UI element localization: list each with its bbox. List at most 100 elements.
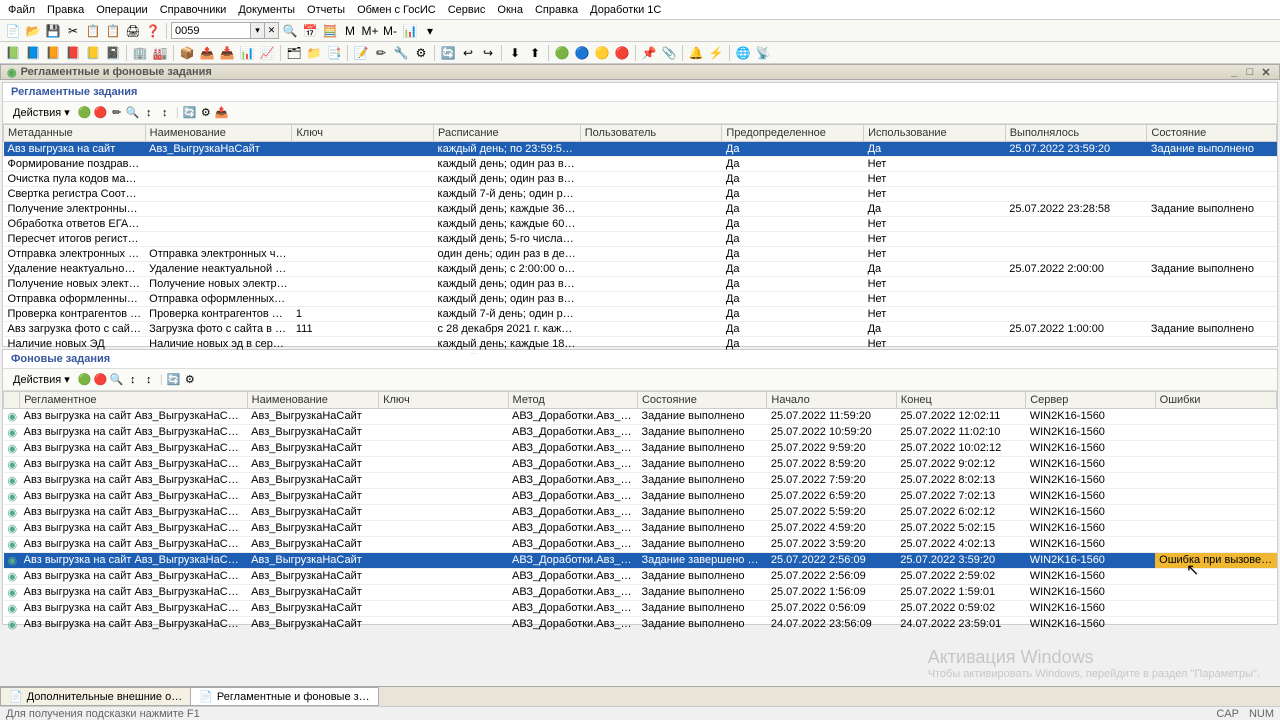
panel-toolbar-icon[interactable]: 🔴 <box>93 104 109 120</box>
menu-Операции[interactable]: Операции <box>96 4 147 16</box>
actions-dropdown[interactable]: Действия ▾ <box>9 105 74 120</box>
toolbar-icon[interactable]: ⬇ <box>506 44 524 62</box>
toolbar-icon[interactable]: ❓ <box>144 22 162 40</box>
column-header[interactable]: Наименование <box>247 391 378 408</box>
toolbar-icon[interactable]: 📂 <box>24 22 42 40</box>
column-header[interactable]: Начало <box>767 391 896 408</box>
table-row[interactable]: Получение электронных сообщенийкаждый де… <box>4 201 1277 216</box>
toolbar-icon[interactable]: 📗 <box>4 44 22 62</box>
table-row[interactable]: Отправка оформленных электронных…Отправк… <box>4 291 1277 306</box>
toolbar-icon[interactable]: 📕 <box>64 44 82 62</box>
table-row[interactable]: Получение новых электронных докум…Получе… <box>4 276 1277 291</box>
panel-toolbar-icon[interactable]: 🔴 <box>93 371 109 387</box>
column-header[interactable]: Состояние <box>637 391 766 408</box>
actions-dropdown[interactable]: Действия ▾ <box>9 372 74 387</box>
panel-toolbar-icon[interactable]: ↕ <box>141 372 157 388</box>
search-dropdown[interactable]: ▾ <box>251 22 265 39</box>
menu-Документы[interactable]: Документы <box>238 4 295 16</box>
toolbar-icon[interactable]: 🟢 <box>553 44 571 62</box>
toolbar-icon[interactable]: ↪ <box>479 44 497 62</box>
toolbar-icon[interactable]: 🔧 <box>392 44 410 62</box>
panel-toolbar-icon[interactable]: ✏ <box>109 104 125 120</box>
panel-toolbar-icon[interactable]: 📤 <box>214 104 230 120</box>
panel-toolbar-icon[interactable]: 🔍 <box>109 371 125 387</box>
table-row[interactable]: ◉Авз выгрузка на сайт Авз_ВыгрузкаНаСайт… <box>4 408 1277 424</box>
column-header[interactable]: Метаданные <box>4 124 146 141</box>
table-row[interactable]: ◉Авз выгрузка на сайт Авз_ВыгрузкаНаСайт… <box>4 504 1277 520</box>
menu-Обмен с ГосИС[interactable]: Обмен с ГосИС <box>357 4 436 16</box>
toolbar-icon[interactable]: 📙 <box>44 44 62 62</box>
column-header[interactable]: Конец <box>896 391 1025 408</box>
toolbar-icon[interactable]: 📓 <box>104 44 122 62</box>
toolbar-icon[interactable]: 🔄 <box>439 44 457 62</box>
toolbar-icon[interactable]: 📊 <box>401 22 419 40</box>
search-input[interactable] <box>171 22 251 39</box>
toolbar-icon[interactable]: 📅 <box>301 22 319 40</box>
column-header[interactable]: Ключ <box>379 391 508 408</box>
table-row[interactable]: Формирование поздравлений с днем…каждый … <box>4 156 1277 171</box>
column-header[interactable]: Ключ <box>292 124 434 141</box>
column-header[interactable]: Использование <box>864 124 1006 141</box>
table-row[interactable]: ◉Авз выгрузка на сайт Авз_ВыгрузкаНаСайт… <box>4 616 1277 632</box>
toolbar-icon[interactable]: 📤 <box>198 44 216 62</box>
column-header[interactable]: Расписание <box>434 124 581 141</box>
toolbar-icon[interactable]: 📋 <box>84 22 102 40</box>
menu-Файл[interactable]: Файл <box>8 4 35 16</box>
toolbar-icon[interactable]: M <box>341 22 359 40</box>
toolbar-icon[interactable]: 🧮 <box>321 22 339 40</box>
toolbar-icon[interactable]: ✏ <box>372 44 390 62</box>
toolbar-icon[interactable]: 🗂 <box>285 44 303 62</box>
table-row[interactable]: Свертка регистра Соответствие ном…каждый… <box>4 186 1277 201</box>
column-header[interactable]: Состояние <box>1147 124 1277 141</box>
toolbar-icon[interactable]: ✂ <box>64 22 82 40</box>
menu-Правка[interactable]: Правка <box>47 4 84 16</box>
toolbar-icon[interactable]: 📦 <box>178 44 196 62</box>
table-row[interactable]: ◉Авз выгрузка на сайт Авз_ВыгрузкаНаСайт… <box>4 520 1277 536</box>
toolbar-icon[interactable]: 📒 <box>84 44 102 62</box>
table-row[interactable]: ◉Авз выгрузка на сайт Авз_ВыгрузкаНаСайт… <box>4 472 1277 488</box>
panel-toolbar-icon[interactable]: 🟢 <box>77 104 93 120</box>
toolbar-icon[interactable]: 🔔 <box>687 44 705 62</box>
table-row[interactable]: ◉Авз выгрузка на сайт Авз_ВыгрузкаНаСайт… <box>4 536 1277 552</box>
table-row[interactable]: Пересчет итогов регистров накоплен…кажды… <box>4 231 1277 246</box>
column-header[interactable]: Предопределенное <box>722 124 864 141</box>
table-row[interactable]: Авз выгрузка на сайтАвз_ВыгрузкаНаСайтка… <box>4 141 1277 156</box>
panel-toolbar-icon[interactable]: 🔍 <box>125 104 141 120</box>
table-row[interactable]: Авз загрузка фото с сайта в номенк…Загру… <box>4 321 1277 336</box>
toolbar-icon[interactable]: ▾ <box>421 22 439 40</box>
search-clear[interactable]: ✕ <box>265 22 279 39</box>
toolbar-icon[interactable]: 🖨 <box>124 22 142 40</box>
toolbar-icon[interactable]: 📋 <box>104 22 122 40</box>
toolbar-icon[interactable]: 🏭 <box>151 44 169 62</box>
panel-toolbar-icon[interactable]: ↕ <box>157 105 173 121</box>
menu-Сервис[interactable]: Сервис <box>448 4 486 16</box>
column-header[interactable]: Ошибки <box>1155 391 1276 408</box>
toolbar-icon[interactable]: 🔵 <box>573 44 591 62</box>
background-jobs-grid[interactable]: РегламентноеНаименованиеКлючМетодСостоян… <box>3 391 1277 633</box>
table-row[interactable]: ◉Авз выгрузка на сайт Авз_ВыгрузкаНаСайт… <box>4 440 1277 456</box>
toolbar-icon[interactable]: ⚙ <box>412 44 430 62</box>
toolbar-icon[interactable]: 📌 <box>640 44 658 62</box>
maximize-button[interactable]: □ <box>1243 66 1257 79</box>
column-header[interactable]: Выполнялось <box>1005 124 1147 141</box>
toolbar-icon[interactable]: M- <box>381 22 399 40</box>
toolbar-icon[interactable]: 📄 <box>4 22 22 40</box>
toolbar-icon[interactable]: ⚡ <box>707 44 725 62</box>
close-button[interactable]: ✕ <box>1259 66 1273 79</box>
menu-Доработки 1С[interactable]: Доработки 1С <box>590 4 661 16</box>
column-header[interactable]: Сервер <box>1026 391 1155 408</box>
menu-Справочники[interactable]: Справочники <box>160 4 227 16</box>
toolbar-icon[interactable]: 📊 <box>238 44 256 62</box>
toolbar-icon[interactable]: 📥 <box>218 44 236 62</box>
table-row[interactable]: ◉Авз выгрузка на сайт Авз_ВыгрузкаНаСайт… <box>4 600 1277 616</box>
toolbar-icon[interactable]: 🔴 <box>613 44 631 62</box>
toolbar-icon[interactable]: 🌐 <box>734 44 752 62</box>
panel-toolbar-icon[interactable]: 🟢 <box>77 371 93 387</box>
panel-toolbar-icon[interactable]: 🔄 <box>166 371 182 387</box>
toolbar-icon[interactable]: 📡 <box>754 44 772 62</box>
table-row[interactable]: Очистка пула кодов маркировки ИС…каждый … <box>4 171 1277 186</box>
toolbar-icon[interactable]: 🏢 <box>131 44 149 62</box>
table-row[interactable]: ◉Авз выгрузка на сайт Авз_ВыгрузкаНаСайт… <box>4 456 1277 472</box>
table-row[interactable]: Обработка ответов ЕГАИСкаждый день; кажд… <box>4 216 1277 231</box>
toolbar-icon[interactable]: 📝 <box>352 44 370 62</box>
